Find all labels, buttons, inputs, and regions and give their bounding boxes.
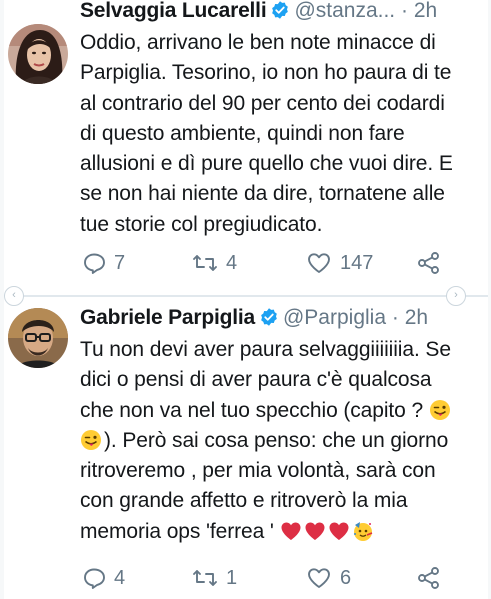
retweet-button[interactable]: 4 [192, 248, 237, 278]
tweet-actions: 7 4 147 [80, 248, 488, 278]
partying-face-emoji [352, 520, 374, 542]
reply-count: 4 [114, 567, 126, 589]
author-handle[interactable]: @Parpiglia [283, 306, 386, 329]
tweet-selvaggia[interactable]: Selvaggia Lucarelli @stanza... · 2h Oddio… [4, 0, 488, 294]
tweet-text: Oddio, arrivano le ben note minacce di P… [80, 28, 491, 240]
tweet-text-line: ritroveremo , per mia volontà, sarà con [80, 459, 436, 483]
heart-icon [306, 566, 332, 590]
author-name[interactable]: Selvaggia Lucarelli [80, 0, 267, 22]
carousel-next-button[interactable]: › [446, 286, 466, 306]
tweet-divider [4, 295, 488, 297]
red-heart-emoji [304, 520, 326, 542]
tweet-text-line: al contrario del 90 per cento dei codard… [80, 91, 445, 115]
carousel-prev-button[interactable]: ‹ [4, 286, 24, 306]
like-count: 147 [340, 252, 374, 274]
tweet-text-segment: memoria ops 'ferrea ' [80, 519, 274, 543]
tweet-parpiglia[interactable]: Gabriele Parpiglia @Parpiglia · 2h Tu non… [4, 298, 488, 599]
avatar[interactable] [8, 308, 68, 368]
share-button[interactable] [416, 563, 442, 593]
tweet-text-line: Oddio, arrivano le ben note minacce di [80, 31, 436, 54]
avatar[interactable] [8, 24, 68, 84]
share-icon [416, 565, 442, 591]
chevron-left-icon: ‹ [12, 289, 16, 301]
tweet-text-line: ). Però sai cosa penso: che un giorno [80, 426, 491, 456]
tweet-text-segment: che non va nel tuo specchio (capito ? [80, 398, 424, 422]
retweet-count: 4 [226, 252, 238, 274]
author-name[interactable]: Gabriele Parpiglia [80, 306, 255, 329]
like-button[interactable]: 147 [306, 248, 373, 278]
reply-icon [82, 251, 106, 275]
winking-tongue-emoji [80, 429, 102, 451]
tweet-text-line: di questo ambiente, quindi non fare [80, 121, 405, 145]
tweet-text-line: dici o pensi di aver paura c'è qualcosa [80, 368, 432, 392]
tweet-actions: 4 1 6 [80, 563, 488, 593]
retweet-count: 1 [226, 567, 238, 589]
separator-dot: · [401, 0, 408, 22]
share-button[interactable] [416, 248, 442, 278]
share-icon [416, 250, 442, 276]
reply-icon [82, 566, 106, 590]
retweet-button[interactable]: 1 [192, 563, 237, 593]
reply-button[interactable]: 4 [82, 563, 125, 593]
tweet-timestamp[interactable]: 2h [405, 306, 428, 329]
red-heart-emoji [280, 520, 302, 542]
tweet-text-line: tue storie col pregiudicato. [80, 212, 323, 236]
reply-button[interactable]: 7 [82, 248, 125, 278]
like-count: 6 [340, 567, 352, 589]
separator-dot: · [391, 306, 399, 329]
tweet-text-line: che non va nel tuo specchio (capito ? [80, 396, 491, 426]
tweet-text-segment: ). Però sai cosa penso: che un giorno [104, 428, 449, 452]
reply-count: 7 [114, 252, 126, 274]
winking-tongue-emoji [429, 399, 451, 421]
tweet-text-line: Parpiglia. Tesorino, io non ho paura di … [80, 61, 452, 85]
heart-icon [306, 251, 332, 275]
tweet-text: Tu non devi aver paura selvaggiiiiiiia. … [80, 335, 491, 547]
red-heart-emoji [328, 520, 350, 542]
tweet-header: Gabriele Parpiglia @Parpiglia · 2h [80, 304, 488, 332]
retweet-icon [192, 566, 218, 590]
tweet-text-line: Tu non devi aver paura selvaggiiiiiiia. … [80, 338, 451, 361]
tweet-text-line: memoria ops 'ferrea ' [80, 517, 491, 547]
verified-badge-icon [270, 0, 290, 25]
tweet-text-line: allusioni e dì pure quello che vuoi dire… [80, 152, 453, 176]
author-handle[interactable]: @stanza... [294, 0, 395, 22]
tweet-header: Selvaggia Lucarelli @stanza... · 2h [80, 0, 488, 25]
like-button[interactable]: 6 [306, 563, 351, 593]
chevron-right-icon: › [454, 289, 458, 301]
tweet-text-line: se non hai niente da dire, tornatene all… [80, 182, 445, 206]
retweet-icon [192, 251, 218, 275]
tweet-timestamp[interactable]: 2h [414, 0, 437, 22]
tweet-thread-screenshot: Selvaggia Lucarelli @stanza... · 2h Oddio… [4, 0, 488, 599]
verified-badge-icon [259, 307, 279, 332]
tweet-text-line: con grande affetto e ritroverò la mia [80, 489, 408, 513]
